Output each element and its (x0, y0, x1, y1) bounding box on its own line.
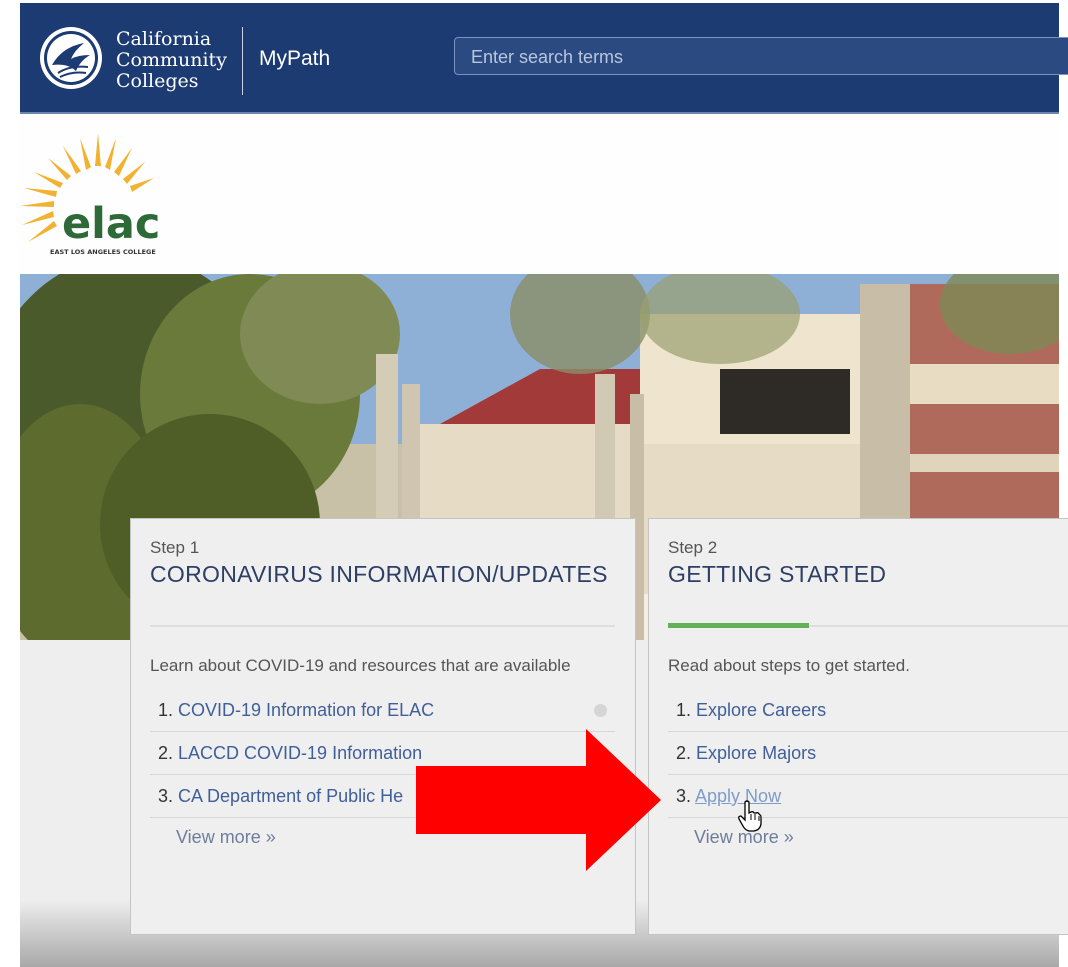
explore-majors-link[interactable]: Explore Majors (696, 743, 816, 763)
ca-public-health-link[interactable]: CA Department of Public He (178, 786, 403, 806)
card-divider (150, 625, 615, 627)
brand-line-1: California (116, 28, 212, 50)
covid-info-elac-link[interactable]: COVID-19 Information for ELAC (178, 700, 434, 720)
step-description: Learn about COVID-19 and resources that … (150, 656, 571, 675)
status-dot-icon (594, 704, 607, 717)
step-description: Read about steps to get started. (668, 656, 910, 675)
header-divider (242, 27, 243, 95)
elac-logo[interactable]: elac EAST LOS ANGELES COLLEGE (20, 130, 180, 260)
step-title[interactable]: GETTING STARTED (668, 561, 886, 588)
item-number: 3. (676, 786, 692, 806)
list-item: 3. Apply Now (668, 775, 1068, 818)
hand-cursor-icon (738, 800, 762, 832)
step-title[interactable]: CORONAVIRUS INFORMATION/UPDATES (150, 561, 608, 588)
ccc-seal-icon[interactable] (38, 25, 104, 91)
item-number: 1. (158, 700, 174, 720)
college-logo-band: elac EAST LOS ANGELES COLLEGE (20, 114, 1059, 274)
laccd-covid-info-link[interactable]: LACCD COVID-19 Information (178, 743, 422, 763)
view-more-link[interactable]: View more » (176, 827, 276, 848)
item-number: 2. (158, 743, 174, 763)
step-label: Step 2 (668, 538, 718, 557)
step-label: Step 1 (150, 538, 200, 557)
mypath-title[interactable]: MyPath (259, 47, 330, 71)
explore-careers-link[interactable]: Explore Careers (696, 700, 826, 720)
item-number: 1. (676, 700, 692, 720)
item-number: 2. (676, 743, 692, 763)
ccc-brand-text[interactable]: California Community Colleges (116, 29, 227, 92)
search-input[interactable]: Enter search terms (454, 37, 1068, 75)
red-arrow-icon (416, 729, 661, 871)
top-header: California Community Colleges MyPath Ent… (20, 3, 1068, 114)
logo-subtext: EAST LOS ANGELES COLLEGE (50, 248, 156, 256)
item-number: 3. (158, 786, 174, 806)
progress-bar (668, 623, 809, 628)
step2-card: Step 2 GETTING STARTED Read about steps … (648, 518, 1068, 935)
brand-line-3: Colleges (116, 70, 199, 92)
brand-line-2: Community (116, 49, 227, 71)
list-item: 2. Explore Majors (668, 732, 1068, 775)
list-item: 1. Explore Careers (668, 689, 1068, 732)
logo-wordmark: elac (62, 199, 160, 249)
list-item: 1. COVID-19 Information for ELAC (150, 689, 615, 732)
step-link-list: 1. Explore Careers 2. Explore Majors 3. … (668, 689, 1068, 818)
step1-card: Step 1 CORONAVIRUS INFORMATION/UPDATES L… (130, 518, 636, 935)
